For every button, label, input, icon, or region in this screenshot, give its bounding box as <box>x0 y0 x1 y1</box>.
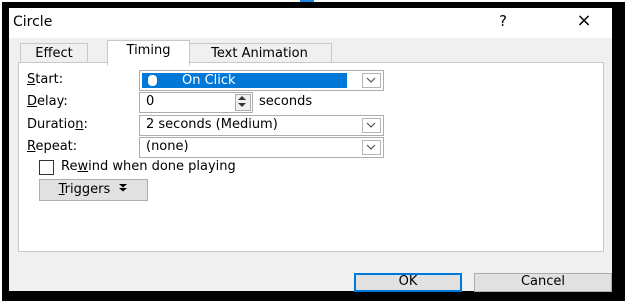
window-title: Circle <box>13 14 53 30</box>
chevron-down-icon[interactable] <box>362 140 381 155</box>
cancel-button[interactable]: Cancel <box>474 273 612 292</box>
start-select[interactable]: On Click <box>139 70 384 91</box>
help-button[interactable]: ? <box>499 12 507 30</box>
repeat-label: Repeat: <box>27 139 78 154</box>
triggers-button[interactable]: Triggers <box>39 179 148 201</box>
delay-unit: seconds <box>259 94 313 109</box>
spinner-icon[interactable] <box>235 94 251 111</box>
duration-select[interactable]: 2 seconds (Medium) <box>139 115 384 136</box>
double-chevron-down-icon <box>118 180 128 199</box>
repeat-select[interactable]: (none) <box>139 137 384 158</box>
start-selected-value: On Click <box>142 73 347 88</box>
animation-options-dialog: Circle ? × Effect Text Animation Timing … <box>9 8 612 292</box>
close-button[interactable]: × <box>569 10 599 34</box>
rewind-checkbox[interactable] <box>39 160 54 175</box>
chevron-down-icon[interactable] <box>362 73 381 88</box>
delay-input[interactable]: 0 <box>139 92 253 113</box>
mouse-icon <box>148 75 157 86</box>
start-label: Start: <box>27 72 64 87</box>
title-bar: Circle ? × <box>9 8 612 38</box>
duration-label: Duration: <box>27 117 88 132</box>
chevron-down-icon[interactable] <box>362 118 381 133</box>
tab-timing[interactable]: Timing <box>107 40 190 66</box>
delay-label: Delay: <box>27 94 68 109</box>
rewind-label: Rewind when done playing <box>61 159 236 174</box>
ok-button[interactable]: OK <box>354 273 462 292</box>
